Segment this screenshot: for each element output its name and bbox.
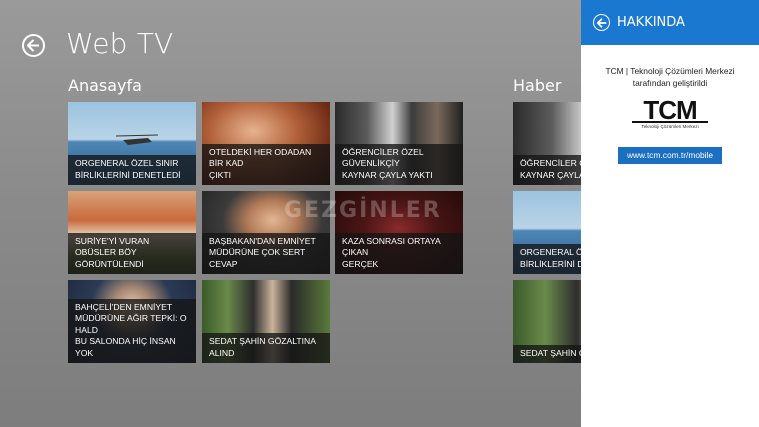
video-tile[interactable]: SURİYE'Yİ VURAN OBÜSLER BÖY GÖRÜNTÜLENDİ bbox=[68, 191, 196, 274]
arrow-left-icon bbox=[596, 17, 606, 28]
flyout-header: HAKKINDA bbox=[581, 0, 759, 45]
tile-caption: ÖĞRENCİLER ÖZEL GÜVENLİKÇİY KAYNAR ÇAYLA… bbox=[335, 143, 463, 185]
tile-caption: BAHÇELİ'DEN EMNİYET MÜDÜRÜNE AĞIR TEPKİ:… bbox=[68, 298, 196, 363]
about-description-line: TCM | Teknoloji Çözümleri Merkezi bbox=[605, 66, 735, 76]
flyout-back-button[interactable] bbox=[593, 14, 610, 31]
back-button[interactable] bbox=[22, 34, 45, 57]
flyout-title: HAKKINDA bbox=[617, 15, 685, 30]
tile-caption: ORGENERAL ÖZEL SINIR BİRLİKLERİNİ DENETL… bbox=[68, 155, 196, 185]
tile-caption: OTELDEKİ HER ODADAN BİR KAD ÇIKTI bbox=[202, 143, 330, 185]
about-description-line: tarafından geliştirildi bbox=[632, 78, 708, 88]
app-title: Web TV bbox=[66, 27, 174, 60]
about-flyout: HAKKINDA TCM | Teknoloji Çözümleri Merke… bbox=[581, 0, 759, 427]
group-title-home[interactable]: Anasayfa bbox=[68, 76, 142, 95]
logo-mark: TCM bbox=[632, 97, 708, 123]
video-tile[interactable]: OTELDEKİ HER ODADAN BİR KAD ÇIKTI bbox=[202, 102, 330, 185]
video-tile[interactable]: BAHÇELİ'DEN EMNİYET MÜDÜRÜNE AĞIR TEPKİ:… bbox=[68, 280, 196, 363]
video-tile[interactable]: SEDAT ŞAHİN GÖZALTINA ALIND bbox=[202, 280, 330, 363]
tcm-logo: TCM Teknoloji Çözümleri Merkezi bbox=[632, 97, 708, 129]
video-tile[interactable]: ÖĞRENCİLER ÖZEL GÜVENLİKÇİY KAYNAR ÇAYLA… bbox=[335, 102, 463, 185]
group-title-news[interactable]: Haber bbox=[513, 76, 561, 95]
tile-caption: KAZA SONRASI ORTAYA ÇIKAN GERÇEK bbox=[335, 232, 463, 274]
tile-caption: BAŞBAKAN'DAN EMNİYET MÜDÜRÜNE ÇOK SERT C… bbox=[202, 232, 330, 274]
arrow-left-icon bbox=[27, 39, 40, 52]
tile-caption: SEDAT ŞAHİN GÖZALTINA ALIND bbox=[202, 333, 330, 363]
tile-caption: SURİYE'Yİ VURAN OBÜSLER BÖY GÖRÜNTÜLENDİ bbox=[68, 232, 196, 274]
video-tile[interactable]: ORGENERAL ÖZEL SINIR BİRLİKLERİNİ DENETL… bbox=[68, 102, 196, 185]
logo-subtext: Teknoloji Çözümleri Merkezi bbox=[641, 124, 699, 129]
watermark: GEZGİNLER bbox=[284, 198, 442, 223]
about-description: TCM | Teknoloji Çözümleri Merkezi tarafı… bbox=[581, 65, 759, 89]
website-link-button[interactable]: www.tcm.com.tr/mobile bbox=[618, 147, 722, 164]
